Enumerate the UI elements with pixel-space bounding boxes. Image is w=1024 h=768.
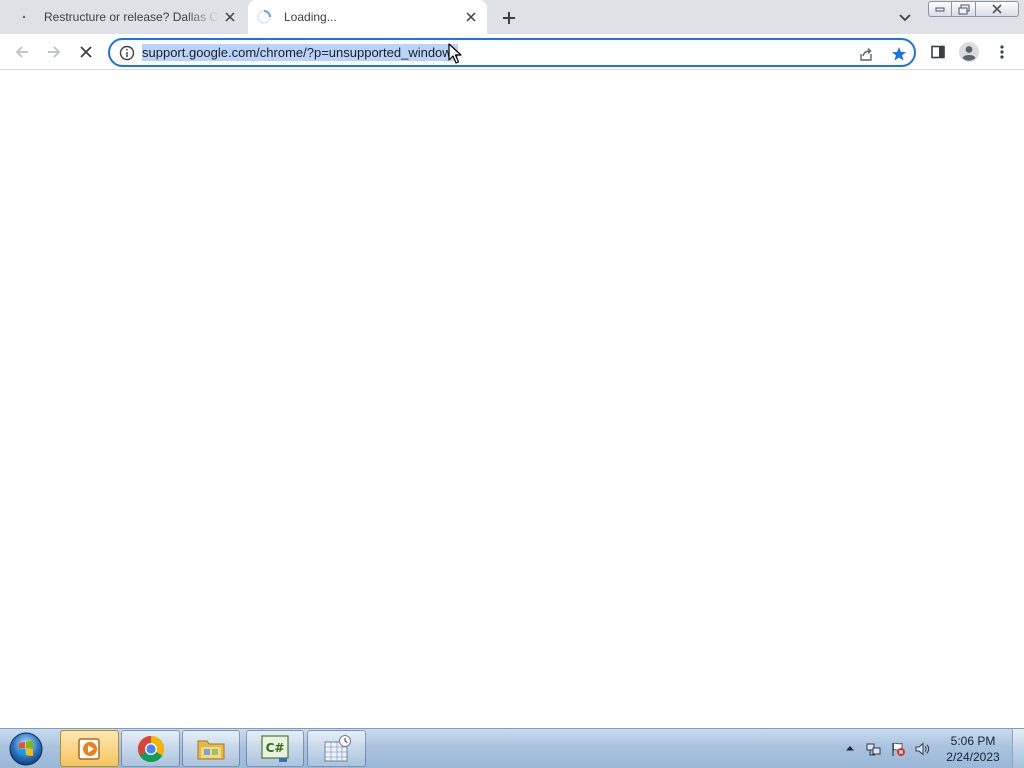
network-icon[interactable] bbox=[865, 740, 883, 758]
bookmark-star-icon[interactable] bbox=[888, 43, 910, 65]
taskbar-app-chrome[interactable] bbox=[121, 730, 180, 767]
action-center-flag-icon[interactable] bbox=[889, 740, 907, 758]
start-button-windows-icon[interactable] bbox=[6, 730, 46, 768]
address-bar[interactable]: support.google.com/chrome/?p=unsupported… bbox=[108, 38, 916, 67]
svg-text:C#: C# bbox=[266, 741, 285, 755]
windows-taskbar: C# 5:06 PM 2/24/2023 bbox=[0, 728, 1024, 768]
back-arrow-icon[interactable] bbox=[10, 40, 34, 64]
restore-window-icon[interactable] bbox=[951, 1, 976, 17]
favicon-dot-icon bbox=[16, 9, 32, 25]
forward-arrow-icon[interactable] bbox=[42, 40, 66, 64]
tab-loading[interactable]: Loading... bbox=[248, 0, 487, 34]
taskbar-app-media-player[interactable] bbox=[60, 730, 119, 767]
new-tab-plus-icon[interactable] bbox=[498, 7, 520, 29]
tray-show-hidden-icon[interactable] bbox=[843, 741, 857, 755]
clock-time: 5:06 PM bbox=[950, 734, 996, 748]
side-panel-icon[interactable] bbox=[926, 40, 950, 64]
tab-close-icon[interactable] bbox=[461, 7, 481, 27]
clock-date: 2/24/2023 bbox=[946, 750, 1000, 764]
profile-avatar-icon[interactable] bbox=[957, 40, 981, 64]
mouse-cursor-icon bbox=[448, 43, 462, 64]
browser-toolbar: support.google.com/chrome/?p=unsupported… bbox=[0, 34, 1024, 70]
loading-spinner-icon bbox=[256, 9, 272, 25]
show-desktop-button[interactable] bbox=[1012, 729, 1024, 768]
windows-media-player-icon bbox=[77, 737, 100, 760]
url-text[interactable]: support.google.com/chrome/?p=unsupported… bbox=[142, 44, 459, 61]
taskbar-app-explorer[interactable] bbox=[182, 730, 240, 767]
volume-speaker-icon[interactable] bbox=[913, 740, 931, 758]
tab-close-icon[interactable] bbox=[220, 7, 240, 27]
file-explorer-icon bbox=[197, 740, 225, 759]
tab-restructure-or-release[interactable]: Restructure or release? Dallas Co bbox=[8, 0, 246, 34]
share-icon[interactable] bbox=[856, 44, 876, 64]
stop-loading-x-icon[interactable] bbox=[74, 40, 98, 64]
more-menu-kebab-icon[interactable] bbox=[990, 40, 1014, 64]
csharp-editor-icon: C# bbox=[261, 734, 289, 762]
taskbar-clock[interactable]: 5:06 PM 2/24/2023 bbox=[940, 733, 1006, 765]
tab-search-chevron-icon[interactable] bbox=[894, 7, 916, 29]
tab-title: Loading... bbox=[284, 10, 337, 24]
close-window-icon[interactable] bbox=[975, 1, 1019, 17]
tab-strip: Restructure or release? Dallas Co Loadin… bbox=[0, 0, 1024, 34]
taskbar-app-tool[interactable] bbox=[307, 730, 366, 767]
tab-title: Restructure or release? Dallas Co bbox=[44, 10, 220, 24]
minimize-window-icon[interactable] bbox=[928, 1, 952, 17]
chrome-icon bbox=[137, 735, 164, 762]
tool-icon bbox=[324, 734, 351, 761]
site-info-icon[interactable] bbox=[118, 44, 136, 62]
page-content-blank bbox=[0, 71, 1024, 728]
taskbar-app-csharp[interactable]: C# bbox=[246, 730, 304, 767]
